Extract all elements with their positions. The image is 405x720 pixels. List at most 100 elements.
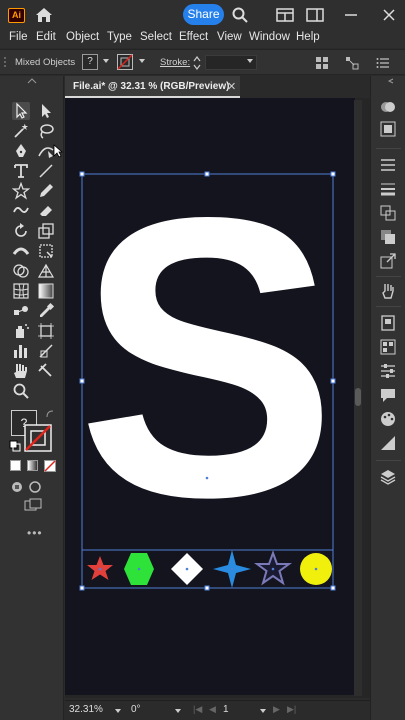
artwork-canvas[interactable]: S: [65, 98, 355, 695]
eyedropper-tool-icon[interactable]: [37, 302, 55, 320]
magic-wand-tool-icon[interactable]: [12, 122, 30, 140]
rotation-value[interactable]: 0°: [131, 704, 141, 718]
eraser-tool-icon[interactable]: [37, 202, 55, 220]
width-tool-icon[interactable]: [12, 242, 30, 260]
menu-effect[interactable]: Effect: [179, 31, 208, 43]
stroke-stepper-icon[interactable]: [193, 55, 201, 71]
swap-fill-stroke-icon[interactable]: [45, 409, 55, 419]
brushes-panel-icon[interactable]: [379, 410, 397, 428]
menu-edit[interactable]: Edit: [36, 31, 56, 43]
minimize-icon[interactable]: [342, 6, 360, 24]
stroke-panel-icon[interactable]: [379, 180, 397, 198]
shape-builder-tool-icon[interactable]: [12, 262, 30, 280]
mesh-tool-icon[interactable]: [12, 282, 30, 300]
zoom-dropdown-caret[interactable]: [115, 709, 121, 713]
selection-tool-icon[interactable]: [12, 102, 30, 120]
home-icon[interactable]: [34, 6, 54, 24]
collapse-toolbar-icon[interactable]: [27, 78, 37, 84]
zoom-tool-icon[interactable]: [12, 382, 30, 400]
expand-panels-icon[interactable]: [385, 78, 395, 84]
scale-tool-icon[interactable]: [37, 222, 55, 240]
artboard[interactable]: S: [65, 98, 355, 695]
comments-panel-icon[interactable]: [379, 386, 397, 404]
layers-panel-icon[interactable]: [379, 468, 397, 486]
type-tool-icon[interactable]: [12, 162, 30, 180]
vertical-scrollbar[interactable]: [354, 100, 362, 696]
direct-selection-tool-icon[interactable]: [37, 102, 55, 120]
symbol-sprayer-tool-icon[interactable]: [12, 322, 30, 340]
search-icon[interactable]: [231, 6, 249, 24]
stroke-swatch[interactable]: [117, 54, 133, 70]
align-grid-icon[interactable]: [315, 56, 329, 70]
menu-help[interactable]: Help: [296, 31, 320, 43]
previous-artboard-icon[interactable]: ◀: [209, 704, 216, 715]
gradient-panel-icon[interactable]: [379, 434, 397, 452]
libraries-panel-icon[interactable]: [379, 314, 397, 332]
color-mode-button[interactable]: [10, 460, 21, 471]
canvas-area[interactable]: S: [53, 98, 370, 698]
menu-file[interactable]: File: [9, 31, 28, 43]
close-window-icon[interactable]: [380, 6, 398, 24]
none-mode-button[interactable]: [44, 460, 56, 472]
rotation-dropdown-caret[interactable]: [175, 709, 181, 713]
gradient-mode-button[interactable]: [27, 460, 38, 471]
artboard-tool-icon[interactable]: [37, 322, 55, 340]
stroke-weight-caret[interactable]: [247, 59, 253, 63]
arrange-documents-icon[interactable]: [276, 6, 294, 24]
pathfinder-panel-icon[interactable]: [379, 228, 397, 246]
menu-select[interactable]: Select: [140, 31, 172, 43]
document-tab[interactable]: File.ai* @ 32.31 % (RGB/Preview) ✕: [65, 76, 240, 98]
perspective-grid-tool-icon[interactable]: [37, 262, 55, 280]
draw-normal-icon[interactable]: [10, 480, 24, 494]
artboard-number[interactable]: 1: [223, 704, 229, 718]
artboard-dropdown-caret[interactable]: [260, 709, 266, 713]
shaper-tool-icon[interactable]: [12, 202, 30, 220]
transform-icon[interactable]: [345, 56, 359, 70]
menu-type[interactable]: Type: [107, 31, 132, 43]
pen-tool-icon[interactable]: [12, 142, 30, 160]
next-artboard-icon[interactable]: ▶: [273, 704, 280, 715]
first-artboard-icon[interactable]: |◀: [193, 704, 202, 715]
rotate-tool-icon[interactable]: [12, 222, 30, 240]
vertical-scroll-thumb[interactable]: [355, 388, 361, 406]
share-button[interactable]: Share: [183, 4, 224, 25]
puppet-warp-icon[interactable]: [379, 282, 397, 300]
lasso-tool-icon[interactable]: [37, 122, 55, 140]
stroke-label[interactable]: Stroke:: [160, 57, 190, 68]
slice-tool-icon[interactable]: [37, 342, 55, 360]
stroke-dropdown-caret[interactable]: [139, 59, 145, 63]
close-tab-icon[interactable]: ✕: [227, 80, 236, 93]
menu-object[interactable]: Object: [66, 31, 99, 43]
star-tool-icon[interactable]: [12, 182, 30, 200]
pencil-tool-icon[interactable]: [37, 182, 55, 200]
rotate-view-tool-icon[interactable]: [37, 362, 55, 380]
column-graph-tool-icon[interactable]: [12, 342, 30, 360]
free-transform-tool-icon[interactable]: [37, 242, 55, 260]
blend-tool-icon[interactable]: [12, 302, 30, 320]
artboards-panel-icon[interactable]: [379, 204, 397, 222]
export-panel-icon[interactable]: [379, 252, 397, 270]
default-colors-icon[interactable]: [9, 440, 21, 452]
color-panel-icon[interactable]: [379, 120, 397, 138]
menu-view[interactable]: View: [217, 31, 242, 43]
swatches-panel-icon[interactable]: [379, 338, 397, 356]
fill-swatch[interactable]: ?: [82, 54, 98, 70]
workspace-icon[interactable]: [306, 6, 324, 24]
appearance-panel-icon[interactable]: [379, 98, 397, 116]
change-screen-mode-icon[interactable]: [24, 498, 42, 512]
menu-window[interactable]: Window: [249, 31, 290, 43]
layers-menu-icon[interactable]: [379, 156, 397, 174]
gradient-tool-icon[interactable]: [37, 282, 55, 300]
panel-menu-icon[interactable]: [376, 56, 390, 70]
last-artboard-icon[interactable]: ▶|: [287, 704, 296, 715]
panel-grip-icon[interactable]: [3, 55, 9, 71]
line-tool-icon[interactable]: [37, 162, 55, 180]
fill-dropdown-caret[interactable]: [103, 59, 109, 63]
edit-toolbar-icon[interactable]: •••: [27, 526, 43, 540]
screen-mode-icon[interactable]: [28, 480, 42, 494]
properties-panel-icon[interactable]: [379, 362, 397, 380]
letter-s-artwork: S: [77, 135, 337, 579]
hand-tool-icon[interactable]: [12, 362, 30, 380]
stroke-color-box[interactable]: [24, 424, 52, 452]
zoom-level[interactable]: 32.31%: [69, 704, 103, 718]
